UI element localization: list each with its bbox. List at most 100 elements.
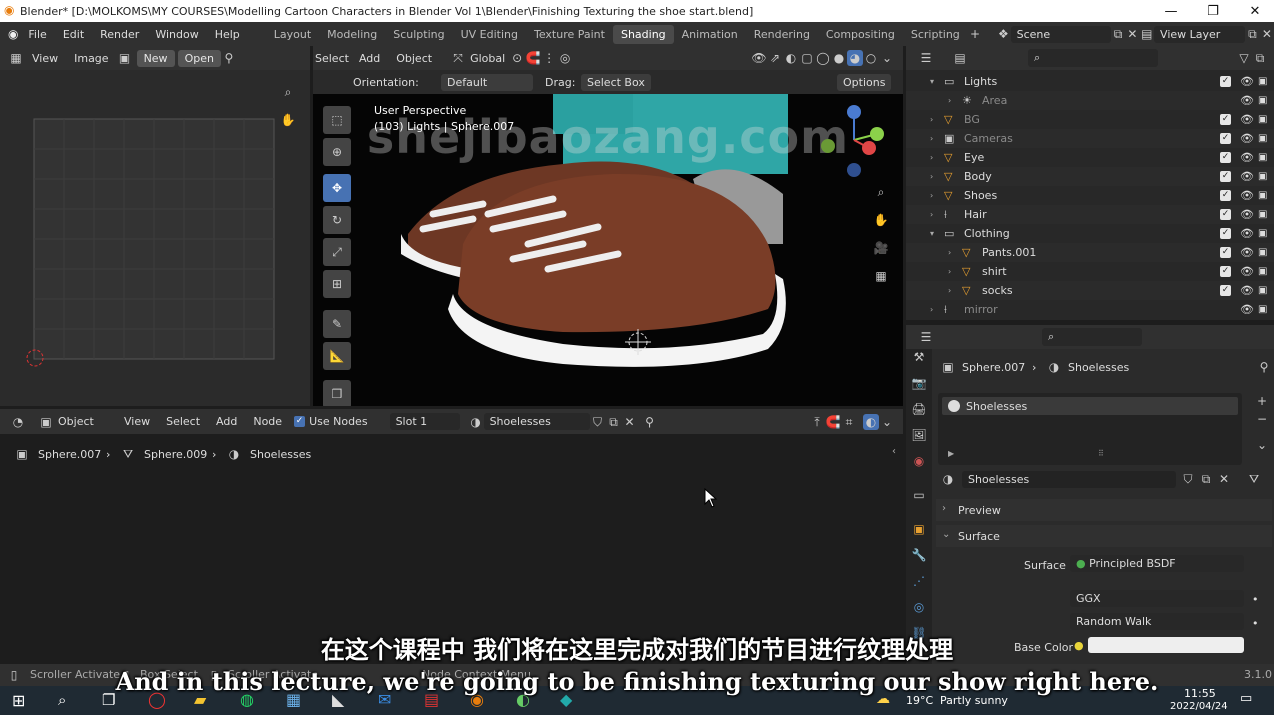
pan-hand-icon[interactable]: ✋ [280, 112, 296, 128]
node-overlay-options-icon[interactable]: ⌄ [879, 414, 895, 430]
view-layer-tab-icon[interactable]: 🖼 [911, 427, 927, 443]
node-view-menu[interactable]: View [116, 415, 158, 428]
viewport-select-menu[interactable]: Select [313, 52, 351, 65]
exclude-checkbox[interactable]: ✓ [1220, 133, 1231, 144]
outliner-row[interactable]: ▾ ▭ Lights ✓ 👁 ▣ [906, 72, 1274, 91]
solid-shading-icon[interactable]: ● [831, 50, 847, 66]
collection-tab-icon[interactable]: ▭ [911, 487, 927, 503]
visibility-eye-icon[interactable]: 👁 [1240, 94, 1254, 107]
annotate-tool-icon[interactable]: ✎ [323, 310, 351, 338]
fake-user-icon[interactable]: ⛉ [1180, 471, 1196, 487]
outliner-row[interactable]: › ⟊ mirror 👁 ▣ [906, 300, 1274, 319]
surface-panel-header[interactable]: ⌄ Surface [936, 525, 1272, 547]
material-name-field[interactable]: Shoelesses [962, 471, 1176, 488]
tab-texture-paint[interactable]: Texture Paint [526, 25, 613, 44]
outliner-row[interactable]: › ▽ socks ✓ 👁 ▣ [906, 281, 1274, 300]
visibility-eye-icon[interactable]: 👁 [1240, 75, 1254, 88]
exclude-checkbox[interactable]: ✓ [1220, 209, 1231, 220]
menu-help[interactable]: Help [207, 28, 248, 41]
expand-arrow-icon[interactable]: › [930, 153, 933, 162]
outliner-row[interactable]: ▾ ▭ Clothing ✓ 👁 ▣ [906, 224, 1274, 243]
expand-arrow-icon[interactable]: › [930, 191, 933, 200]
node-material-browse-icon[interactable]: ◑ [468, 414, 484, 430]
tab-compositing[interactable]: Compositing [818, 25, 903, 44]
render-camera-icon[interactable]: ▣ [1258, 228, 1267, 239]
expand-arrow-icon[interactable]: › [930, 134, 933, 143]
slot-specials-icon[interactable]: ⌄ [1254, 437, 1270, 453]
delete-scene-icon[interactable]: ✕ [1125, 26, 1139, 42]
visibility-eye-icon[interactable]: 👁 [1240, 189, 1254, 202]
exclude-checkbox[interactable]: ✓ [1220, 76, 1231, 87]
new-image-button[interactable]: New [136, 49, 175, 67]
gizmo-icon[interactable]: ⇗ [767, 50, 783, 66]
object-tab-icon[interactable]: ▣ [911, 521, 927, 537]
unlink-material-icon[interactable]: ✕ [1216, 471, 1232, 487]
outliner-editor-type-icon[interactable]: ☰ [918, 50, 934, 66]
ortho-toggle-icon[interactable]: ▦ [873, 268, 889, 284]
menu-window[interactable]: Window [147, 28, 206, 41]
rendered-shading-icon[interactable]: ○ [863, 50, 879, 66]
editor-type-icon[interactable]: ▦ [8, 50, 24, 66]
exclude-checkbox[interactable]: ✓ [1220, 171, 1231, 182]
view-layer-icon[interactable]: ▤ [1140, 26, 1154, 42]
visibility-eye-icon[interactable]: 👁 [1240, 151, 1254, 164]
outliner-row[interactable]: › ▣ Cameras ✓ 👁 ▣ [906, 129, 1274, 148]
rotate-tool-icon[interactable]: ↻ [323, 206, 351, 234]
render-camera-icon[interactable]: ▣ [1258, 285, 1267, 296]
expand-arrow-icon[interactable]: ▾ [930, 229, 934, 238]
blender-menu-icon[interactable]: ◉ [6, 26, 20, 42]
display-mode-icon[interactable]: ▤ [952, 50, 968, 66]
node-snap-icon[interactable]: 🧲 [825, 414, 841, 430]
viewport-zoom-icon[interactable]: ⌕ [873, 184, 889, 200]
scale-tool-icon[interactable]: ⤢ [323, 238, 351, 266]
navigation-gizmo[interactable] [819, 100, 889, 180]
render-camera-icon[interactable]: ▣ [1258, 152, 1267, 163]
slot-expand-icon[interactable]: ▶ [948, 449, 954, 458]
node-fake-user-icon[interactable]: ⛉ [590, 414, 606, 430]
snap-icon[interactable]: 🧲 [525, 50, 541, 66]
add-slot-icon[interactable]: + [1254, 393, 1270, 409]
move-tool-icon[interactable]: ✥ [323, 174, 351, 202]
select-box-tool-icon[interactable]: ⬚ [323, 106, 351, 134]
expand-arrow-icon[interactable]: › [930, 115, 933, 124]
image-editor-image-menu[interactable]: Image [66, 52, 116, 65]
visibility-eye-icon[interactable]: 👁 [1240, 132, 1254, 145]
exclude-checkbox[interactable]: ✓ [1220, 247, 1231, 258]
drag-dropdown[interactable]: Select Box [581, 74, 651, 91]
transform-tool-icon[interactable]: ⊞ [323, 270, 351, 298]
add-cube-tool-icon[interactable]: ❒ [323, 380, 351, 406]
expand-arrow-icon[interactable]: › [930, 172, 933, 181]
exclude-checkbox[interactable]: ✓ [1220, 285, 1231, 296]
properties-editor-type-icon[interactable]: ☰ [918, 329, 934, 345]
new-collection-icon[interactable]: ⧉ [1252, 50, 1268, 66]
visibility-eye-icon[interactable]: 👁 [1240, 113, 1254, 126]
visibility-eye-icon[interactable]: 👁 [1240, 265, 1254, 278]
duplicate-material-icon[interactable]: ⧉ [1198, 471, 1214, 487]
render-camera-icon[interactable]: ▣ [1258, 171, 1267, 182]
render-camera-icon[interactable]: ▣ [1258, 247, 1267, 258]
subsurface-method-dropdown[interactable]: Random Walk [1070, 613, 1244, 630]
shader-type-icon[interactable]: ▣ [38, 414, 54, 430]
outliner-row[interactable]: › ▽ Eye ✓ 👁 ▣ [906, 148, 1274, 167]
render-camera-icon[interactable]: ▣ [1258, 114, 1267, 125]
expand-arrow-icon[interactable]: ▾ [930, 77, 934, 86]
shading-options-icon[interactable]: ⌄ [879, 50, 895, 66]
viewport-pan-icon[interactable]: ✋ [873, 212, 889, 228]
node-node-menu[interactable]: Node [245, 415, 290, 428]
pivot-icon[interactable]: ⊙ [509, 50, 525, 66]
node-select-menu[interactable]: Select [158, 415, 208, 428]
node-unlink-icon[interactable]: ✕ [622, 414, 638, 430]
render-tab-icon[interactable]: 📷 [911, 375, 927, 391]
zoom-icon[interactable]: ⌕ [280, 84, 296, 100]
filter-icon[interactable]: ▽ [1236, 50, 1252, 66]
expand-arrow-icon[interactable]: › [930, 210, 933, 219]
viewport-add-menu[interactable]: Add [351, 52, 388, 65]
node-sidebar-toggle-icon[interactable]: ‹ [892, 446, 896, 457]
render-camera-icon[interactable]: ▣ [1258, 76, 1267, 87]
exclude-checkbox[interactable]: ✓ [1220, 190, 1231, 201]
node-add-menu[interactable]: Add [208, 415, 245, 428]
tab-shading[interactable]: Shading [612, 24, 674, 44]
open-image-button[interactable]: Open [177, 49, 221, 67]
node-pin-icon[interactable]: ⚲ [642, 414, 658, 430]
slot-list-resize-icon[interactable]: ⠿ [1098, 449, 1104, 458]
